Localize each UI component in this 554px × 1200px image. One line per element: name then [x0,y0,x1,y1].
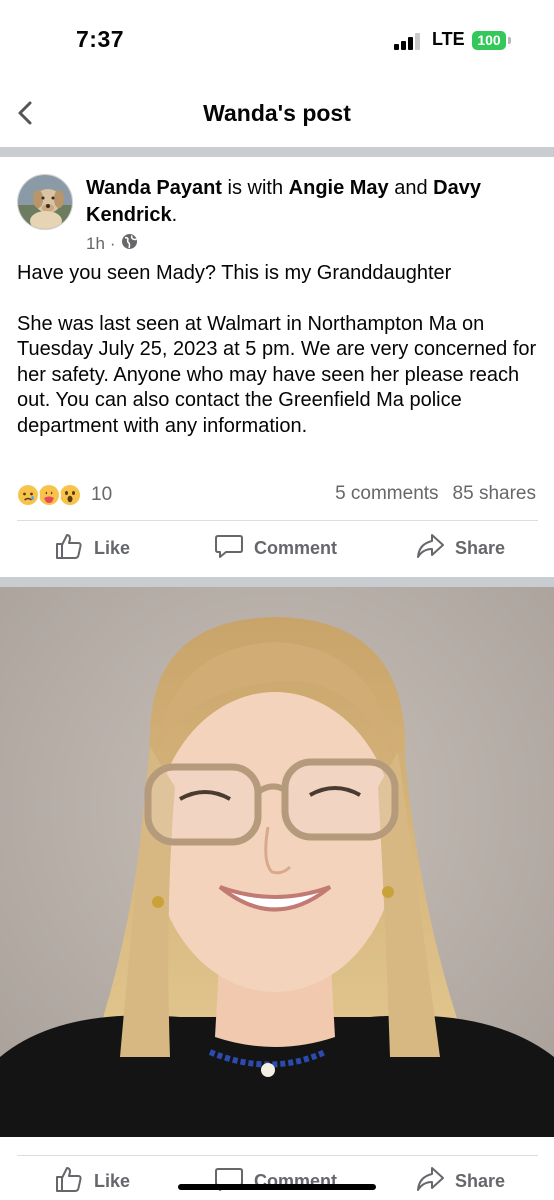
post-divider [0,577,554,587]
share-arrow-icon [415,1164,445,1199]
comment-label: Comment [254,537,338,558]
sad-reaction-icon [16,483,40,507]
bottom-share-button[interactable]: Share [415,1161,505,1200]
post-meta: 1h · [86,233,138,255]
post-time[interactable]: 1h [86,234,105,254]
status-bar: 7:37 LTE 100 [0,0,554,80]
header-divider [0,147,554,157]
bottom-share-label: Share [455,1170,506,1191]
post-paragraph-1: Have you seen Mady? This is my Granddaug… [17,262,452,284]
reaction-count: 10 [91,484,113,505]
tagged-user-1[interactable]: Angie May [289,177,389,199]
share-arrow-icon [415,531,445,566]
post-text: Have you seen Mady? This is my Granddaug… [17,261,542,439]
care-reaction-icon [37,483,61,507]
bottom-comment-button[interactable]: Comment [214,1161,337,1200]
page-header: Wanda's post [0,80,554,148]
signal-icon [394,32,424,50]
shares-count[interactable]: 85 shares [453,483,536,504]
status-time: 7:37 [76,26,125,52]
like-thumb-icon [54,531,84,566]
and-text: and [388,177,434,199]
meta-dot: · [109,234,116,253]
action-bar: Like Comment Share [0,528,554,568]
comment-bubble-icon [214,531,244,566]
bottom-divider [17,1155,538,1156]
battery-tip [508,37,511,44]
engagement-counts: 5 comments 85 shares [335,483,536,505]
comments-count[interactable]: 5 comments [335,483,438,504]
wow-reaction-icon [58,483,82,507]
like-button[interactable]: Like [54,528,130,568]
bottom-like-label: Like [94,1170,131,1191]
comment-bubble-icon [214,1164,244,1199]
network-label: LTE [432,29,465,49]
battery-icon: 100 [472,31,506,50]
like-label: Like [94,537,131,558]
page-title: Wanda's post [203,100,351,126]
author-name[interactable]: Wanda Payant [86,177,222,199]
globe-icon [121,233,138,255]
post-photo[interactable] [0,587,554,1137]
share-label: Share [455,537,506,558]
with-text: is with [221,177,289,199]
home-indicator[interactable] [178,1184,376,1190]
author-line: Wanda Payant is with Angie May and Davy … [86,175,526,229]
like-thumb-icon [54,1164,84,1199]
actions-divider [17,520,538,521]
post-paragraph-2: She was last seen at Walmart in Northamp… [17,312,537,437]
bottom-action-bar: Like Comment Share [0,1161,554,1200]
reactions-summary[interactable]: 10 [16,482,112,508]
avatar[interactable] [17,174,73,230]
period: . [171,204,178,226]
comment-button[interactable]: Comment [214,528,337,568]
bottom-like-button[interactable]: Like [54,1161,130,1200]
share-button[interactable]: Share [415,528,505,568]
